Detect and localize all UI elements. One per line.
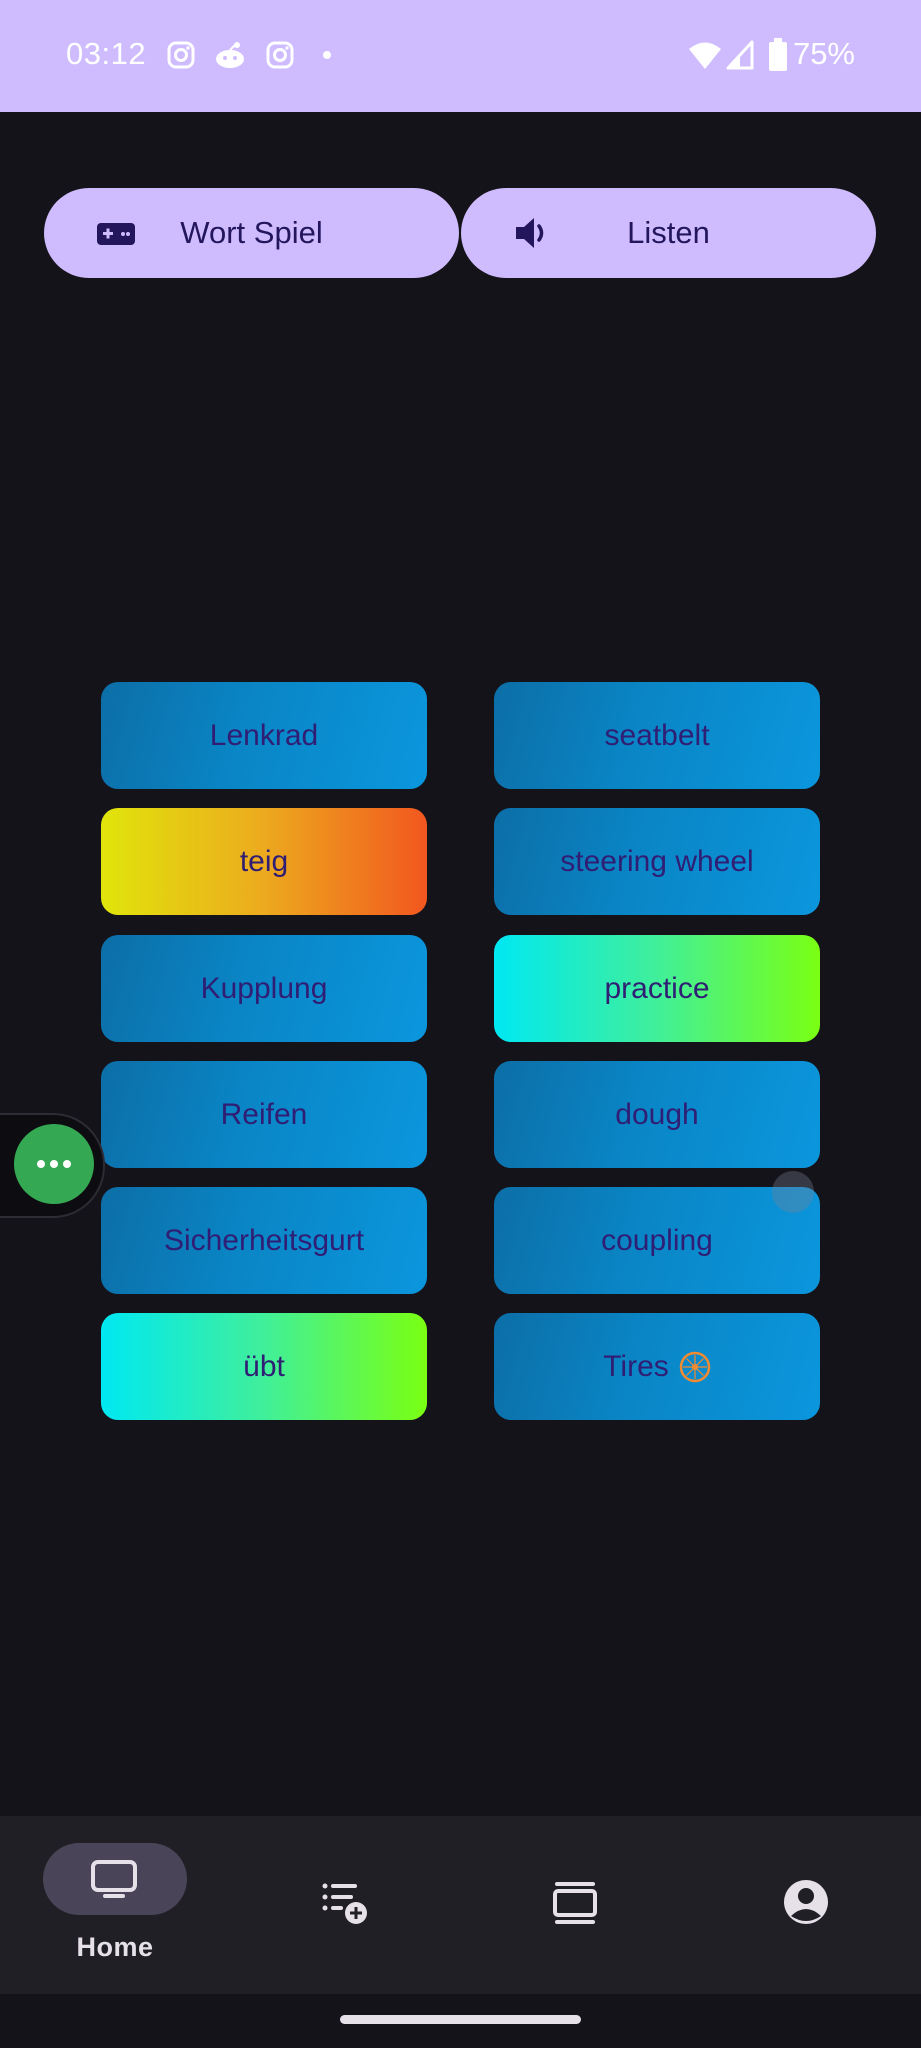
signal-icon: [726, 40, 754, 70]
nav-playlist-add[interactable]: [230, 1816, 460, 1994]
bottom-navigation: Home: [0, 1816, 921, 1994]
listen-label: Listen: [627, 215, 710, 250]
app-screen: 03:12 75% Wort Spiel Listen Lenkrad teig…: [0, 0, 921, 2048]
word-tile-practice[interactable]: practice: [494, 935, 820, 1042]
nav-home[interactable]: Home: [0, 1816, 230, 1994]
word-tile-label: Lenkrad: [209, 718, 319, 752]
word-game-label: Wort Spiel: [180, 215, 323, 250]
word-tile-label: Tires: [603, 1349, 669, 1383]
word-tile-label: steering wheel: [560, 844, 754, 878]
tv-icon: [91, 1860, 137, 1898]
word-game-button[interactable]: Wort Spiel: [44, 188, 459, 278]
word-tile-steering-wheel[interactable]: steering wheel: [494, 808, 820, 915]
word-tile-uebt[interactable]: übt: [101, 1313, 427, 1420]
status-bar: 03:12 75%: [0, 0, 921, 112]
playlist-add-icon: [322, 1883, 367, 1924]
battery-percent: 75%: [792, 36, 855, 71]
word-tile-label: seatbelt: [604, 718, 710, 752]
word-tile-kupplung[interactable]: Kupplung: [101, 935, 427, 1042]
word-tile-label: teig: [239, 844, 289, 878]
listen-button[interactable]: Listen: [461, 188, 876, 278]
word-tile-lenkrad[interactable]: Lenkrad: [101, 682, 427, 789]
wheel-icon: [679, 1351, 711, 1382]
word-tile-dough[interactable]: dough: [494, 1061, 820, 1168]
wifi-icon: [689, 42, 721, 69]
word-tile-label: übt: [243, 1349, 285, 1383]
word-tile-label: Kupplung: [200, 971, 328, 1005]
floating-menu-button[interactable]: [14, 1124, 94, 1204]
word-tile-label: coupling: [601, 1223, 713, 1257]
card-stack-icon: [553, 1882, 597, 1924]
more-horizontal-icon: [37, 1160, 71, 1168]
nav-library[interactable]: [460, 1816, 690, 1994]
touch-indicator: [772, 1171, 814, 1213]
nav-home-label: Home: [76, 1932, 154, 1962]
word-tile-teig[interactable]: teig: [101, 808, 427, 915]
battery-icon: [769, 38, 787, 71]
word-tile-seatbelt[interactable]: seatbelt: [494, 682, 820, 789]
word-tile-reifen[interactable]: Reifen: [101, 1061, 427, 1168]
word-tile-coupling[interactable]: coupling: [494, 1187, 820, 1294]
dot-icon: [323, 51, 331, 59]
nav-account[interactable]: [690, 1816, 920, 1994]
instagram-icon: [167, 41, 195, 69]
home-gesture-bar[interactable]: [340, 2015, 581, 2024]
word-tile-label: practice: [604, 971, 710, 1005]
status-time: 03:12: [66, 36, 147, 71]
word-tile-label: dough: [615, 1097, 699, 1131]
word-tile-label: Reifen: [220, 1097, 308, 1131]
word-tile-label: Sicherheitsgurt: [163, 1223, 365, 1257]
word-tile-sicherheitsgurt[interactable]: Sicherheitsgurt: [101, 1187, 427, 1294]
account-icon: [784, 1880, 828, 1924]
word-tile-tires[interactable]: Tires: [494, 1313, 820, 1420]
instagram-icon: [266, 41, 294, 69]
reddit-icon: [216, 42, 244, 68]
